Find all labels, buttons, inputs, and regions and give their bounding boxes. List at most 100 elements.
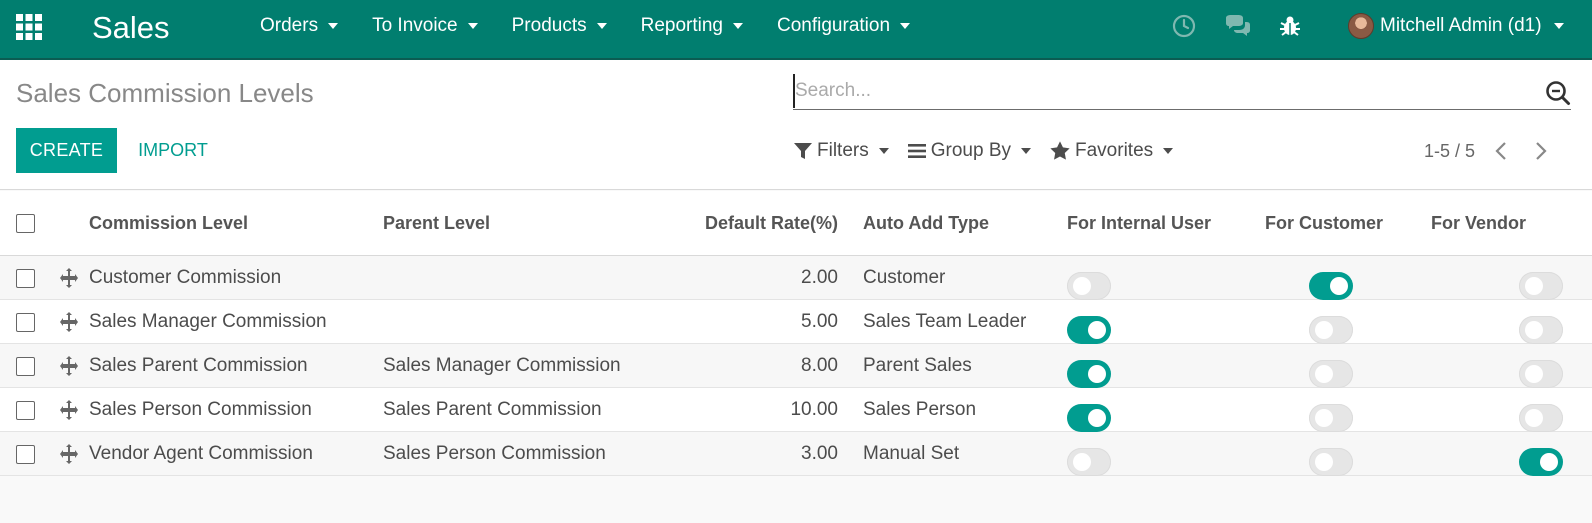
- star-icon: [1050, 141, 1070, 160]
- menu-orders[interactable]: Orders: [242, 0, 354, 52]
- toggle-for-vendor[interactable]: [1519, 403, 1563, 432]
- pager-next-button[interactable]: [1529, 139, 1553, 163]
- cell-commission-level: Vendor Agent Commission: [89, 443, 313, 464]
- cell-parent-level: Sales Person Commission: [383, 443, 606, 464]
- caret-down-icon: [878, 148, 889, 154]
- toggle-for-internal-user[interactable]: [1067, 403, 1111, 432]
- header-auto-add-type[interactable]: Auto Add Type: [863, 213, 989, 234]
- row-select-checkbox[interactable]: [16, 269, 35, 288]
- chat-bubbles-icon[interactable]: [1224, 12, 1252, 40]
- header-for-internal-user[interactable]: For Internal User: [1067, 213, 1211, 234]
- drag-handle-icon[interactable]: [58, 399, 80, 421]
- cell-default-rate: 2.00: [801, 267, 838, 288]
- app-brand[interactable]: Sales: [92, 6, 170, 50]
- commission-levels-table: Commission Level Parent Level Default Ra…: [0, 191, 1592, 476]
- chevron-left-icon: [1495, 142, 1506, 160]
- search-options: Filters Group By Favorites: [793, 134, 1191, 168]
- toggle-for-vendor[interactable]: [1519, 359, 1563, 388]
- search-icon[interactable]: [1545, 80, 1571, 106]
- toggle-for-customer[interactable]: [1309, 447, 1353, 476]
- table-row[interactable]: Sales Person Commission Sales Parent Comm…: [0, 388, 1592, 432]
- table-header: Commission Level Parent Level Default Ra…: [0, 191, 1592, 256]
- funnel-icon: [794, 143, 812, 159]
- cell-commission-level: Sales Manager Commission: [89, 311, 327, 332]
- table-row[interactable]: Customer Commission 2.00 Customer: [0, 256, 1592, 300]
- caret-down-icon: [596, 23, 607, 29]
- group-by-label: Group By: [930, 140, 1011, 161]
- activity-clock-icon[interactable]: [1170, 12, 1198, 40]
- table-row[interactable]: Sales Parent Commission Sales Manager Com…: [0, 344, 1592, 388]
- caret-down-icon: [900, 23, 911, 29]
- header-default-rate[interactable]: Default Rate(%): [690, 213, 838, 234]
- cell-default-rate: 8.00: [801, 355, 838, 376]
- toggle-for-customer[interactable]: [1309, 271, 1353, 300]
- row-select-checkbox[interactable]: [16, 313, 35, 332]
- cell-commission-level: Sales Parent Commission: [89, 355, 308, 376]
- cell-default-rate: 5.00: [801, 311, 838, 332]
- favorites-label: Favorites: [1075, 140, 1154, 161]
- user-name: Mitchell Admin (d1): [1380, 15, 1542, 36]
- debug-bug-icon[interactable]: [1276, 12, 1304, 40]
- page-title: Sales Commission Levels: [16, 78, 314, 108]
- cell-commission-level: Sales Person Commission: [89, 399, 312, 420]
- pager-previous-button[interactable]: [1489, 139, 1513, 163]
- create-button[interactable]: CREATE: [16, 128, 117, 173]
- caret-down-icon: [328, 23, 339, 29]
- top-navbar: Sales Orders To Invoice Products Reporti…: [0, 0, 1592, 60]
- toggle-for-internal-user[interactable]: [1067, 315, 1111, 344]
- table-row[interactable]: Sales Manager Commission 5.00 Sales Team L…: [0, 300, 1592, 344]
- select-all-checkbox[interactable]: [16, 214, 35, 233]
- drag-handle-icon[interactable]: [58, 311, 80, 333]
- cell-auto-add-type: Customer: [863, 267, 946, 288]
- toggle-for-vendor[interactable]: [1519, 315, 1563, 344]
- header-for-vendor[interactable]: For Vendor: [1431, 213, 1526, 234]
- user-avatar: [1348, 13, 1374, 39]
- row-select-checkbox[interactable]: [16, 357, 35, 376]
- search-input[interactable]: [793, 74, 1523, 108]
- cell-auto-add-type: Sales Person: [863, 399, 977, 420]
- menu-products[interactable]: Products: [494, 0, 623, 52]
- pager-value[interactable]: 1-5 / 5: [1424, 141, 1475, 162]
- toggle-for-vendor[interactable]: [1519, 447, 1563, 476]
- drag-handle-icon[interactable]: [58, 443, 80, 465]
- header-for-customer[interactable]: For Customer: [1265, 213, 1383, 234]
- header-parent-level[interactable]: Parent Level: [383, 213, 490, 234]
- group-by-button[interactable]: Group By: [907, 140, 1031, 162]
- header-commission-level[interactable]: Commission Level: [89, 213, 248, 234]
- cell-auto-add-type: Sales Team Leader: [863, 311, 1027, 332]
- cell-default-rate: 3.00: [801, 443, 838, 464]
- menu-configuration[interactable]: Configuration: [759, 0, 926, 52]
- row-select-checkbox[interactable]: [16, 445, 35, 464]
- toggle-for-vendor[interactable]: [1519, 271, 1563, 300]
- filters-button[interactable]: Filters: [793, 140, 889, 162]
- caret-down-icon: [1553, 23, 1564, 29]
- user-menu[interactable]: Mitchell Admin (d1): [1348, 0, 1564, 52]
- import-button[interactable]: IMPORT: [126, 128, 220, 173]
- search-bar: [793, 74, 1571, 110]
- toggle-for-internal-user[interactable]: [1067, 447, 1111, 476]
- table-row[interactable]: Vendor Agent Commission Sales Person Comm…: [0, 432, 1592, 476]
- caret-down-icon: [1163, 148, 1174, 154]
- toggle-for-customer[interactable]: [1309, 359, 1353, 388]
- drag-handle-icon[interactable]: [58, 355, 80, 377]
- toggle-for-internal-user[interactable]: [1067, 271, 1111, 300]
- drag-handle-icon[interactable]: [58, 267, 80, 289]
- menu-products-label: Products: [511, 15, 587, 36]
- menu-to-invoice[interactable]: To Invoice: [354, 0, 494, 52]
- cell-commission-level: Customer Commission: [89, 267, 282, 288]
- cell-auto-add-type: Manual Set: [863, 443, 960, 464]
- menu-to-invoice-label: To Invoice: [372, 15, 458, 36]
- toggle-for-internal-user[interactable]: [1067, 359, 1111, 388]
- apps-grid-icon[interactable]: [16, 14, 42, 40]
- favorites-button[interactable]: Favorites: [1049, 140, 1174, 162]
- table-body: Customer Commission 2.00 Customer Sales Man…: [0, 256, 1592, 476]
- chevron-right-icon: [1536, 142, 1547, 160]
- row-select-checkbox[interactable]: [16, 401, 35, 420]
- cell-default-rate: 10.00: [790, 399, 838, 420]
- toggle-for-customer[interactable]: [1309, 403, 1353, 432]
- menu-reporting[interactable]: Reporting: [623, 0, 759, 52]
- caret-down-icon: [733, 23, 743, 29]
- cell-parent-level: Sales Parent Commission: [383, 399, 602, 420]
- pager: 1-5 / 5: [1424, 134, 1553, 168]
- toggle-for-customer[interactable]: [1309, 315, 1353, 344]
